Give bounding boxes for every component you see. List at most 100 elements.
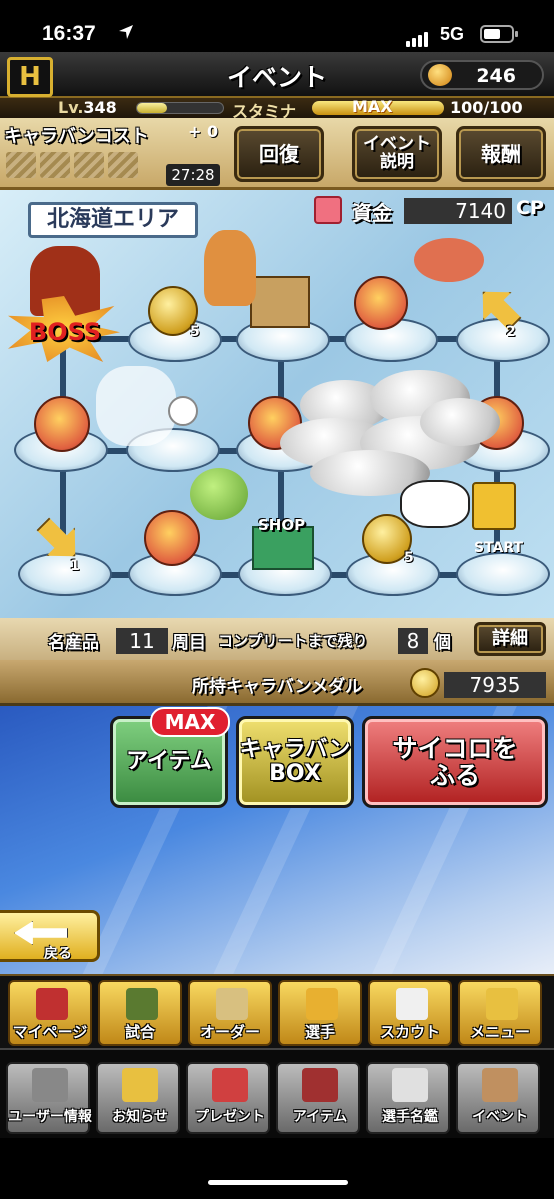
nav-news[interactable]: お知らせ [96,1062,180,1134]
command-panel: キャラバンコスト + 0 27:28 回復 イベント 説明 報酬 [0,118,554,190]
caravan-cost-plus: + 0 [188,122,219,141]
nav-event[interactable]: イベント [456,1062,540,1134]
nav-user-info[interactable]: ユーザー情報 [6,1062,92,1134]
cost-slot [40,152,70,178]
nav-players[interactable]: 選手 [278,980,362,1046]
fund-value: 7140 [404,198,512,224]
nav-player-directory[interactable]: 選手名鑑 [366,1062,450,1134]
coin-counter[interactable]: 246 [420,60,544,90]
stadium-icon [126,988,158,1020]
network-type: 5G [440,24,465,44]
laps-value: 11 [116,628,168,654]
caravan-cost-title: キャラバンコスト [4,126,149,147]
boss-label: BOSS [28,318,102,346]
cardboard-box-icon [250,276,310,328]
remain-unit: 個 [434,633,451,653]
crab-icon [414,238,484,282]
level-row: Lv.348 スタミナ MAX 100/100 [0,97,554,121]
main-nav: マイページ 試合 オーダー 選手 スカウト メニュー [0,974,554,1048]
stamina-max-badge: MAX [352,97,393,116]
pitcher-icon [392,1068,428,1102]
caravan-timer: 27:28 [166,164,220,186]
field-order-icon [216,988,248,1020]
baseball-icon [168,396,198,426]
nav-label: メニュー [469,1023,530,1041]
fund-face-icon [314,196,342,224]
board-tile[interactable] [456,318,550,362]
board-tile[interactable] [456,552,550,596]
home-indicator-bar [0,1138,554,1199]
batter-icon [96,366,176,446]
gift-box-icon [212,1068,248,1102]
signal-icon [406,28,430,47]
level-label: Lv.348 [58,98,117,117]
shop-label: SHOP [258,516,306,534]
status-bar: 16:37 5G [0,0,554,52]
product-progress-bar: 名産品 11 周目 コンプリートまで残り 8 個 詳細 [0,618,554,660]
caravan-cost-slots [6,152,142,182]
player-icon [306,988,338,1020]
board-tile[interactable] [18,552,112,596]
nav-mypage[interactable]: マイページ [8,980,92,1046]
message-bubble-icon [354,276,408,330]
back-label: 戻る [44,946,72,962]
tile-number: 5 [190,324,200,340]
roll-dice-button[interactable]: サイコロを ふる [362,716,548,808]
item-book-icon [302,1068,338,1102]
caravan-box-button[interactable]: キャラバン BOX [236,716,354,808]
battery-tip [515,31,518,37]
home-indicator [208,1180,348,1185]
exp-bar [136,102,224,114]
medal-bar: 所持キャラバンメダル 7935 [0,660,554,706]
recover-button[interactable]: 回復 [234,126,324,182]
exp-bar-fill [137,103,168,113]
cost-slot [74,152,104,178]
location-arrow-icon [119,25,133,39]
nav-scout[interactable]: スカウト [368,980,452,1046]
cow-icon [400,480,470,528]
message-bubble-icon [34,396,90,452]
nav-menu[interactable]: メニュー [458,980,542,1046]
nav-label: 選手名鑑 [382,1109,438,1125]
sub-nav: ユーザー情報 お知らせ プレゼント アイテム 選手名鑑 イベント [0,1048,554,1138]
laps-unit: 周目 [172,633,206,653]
remain-label: コンプリートまで残り [218,632,368,650]
menu-mascot-icon [486,988,518,1020]
event-description-button[interactable]: イベント 説明 [352,126,442,182]
item-max-badge: MAX [150,707,230,737]
fox-mascot-icon [204,230,256,306]
nav-match[interactable]: 試合 [98,980,182,1046]
coin-value: 246 [476,65,516,87]
fund-display: 資金 7140 CP [304,196,546,226]
cost-slot [108,152,138,178]
melon-icon [190,468,248,520]
nav-present[interactable]: プレゼント [186,1062,270,1134]
fund-unit: CP [516,197,544,219]
mypage-icon [36,988,68,1020]
tile-number: 2 [506,324,516,340]
nav-order[interactable]: オーダー [188,980,272,1046]
tile-number: 5 [404,550,414,566]
news-box-icon [122,1068,158,1102]
reward-button[interactable]: 報酬 [456,126,546,182]
back-arrow-icon [14,921,68,945]
clock: 16:37 [42,22,96,45]
fog-cloud [420,398,500,446]
cost-slot [6,152,36,178]
nav-label: お知らせ [112,1109,168,1125]
fund-label: 資金 [352,201,392,225]
player-piece-icon [472,482,516,530]
board-map: 北海道エリア 資金 7140 CP 5 2 BOSS 1 SHOP 5 STAR… [0,190,554,618]
nav-label: オーダー [199,1023,260,1041]
detail-button[interactable]: 詳細 [474,622,546,656]
medal-value: 7935 [444,672,546,698]
nav-items[interactable]: アイテム [276,1062,360,1134]
start-label: START [474,540,524,556]
message-bubble-icon [144,510,200,566]
nav-label: 選手 [304,1023,335,1041]
nav-label: マイページ [12,1023,88,1041]
battery-icon [480,25,514,43]
products-label: 名産品 [48,633,99,653]
back-button[interactable]: 戻る [0,910,100,962]
tile-number: 1 [70,558,80,574]
